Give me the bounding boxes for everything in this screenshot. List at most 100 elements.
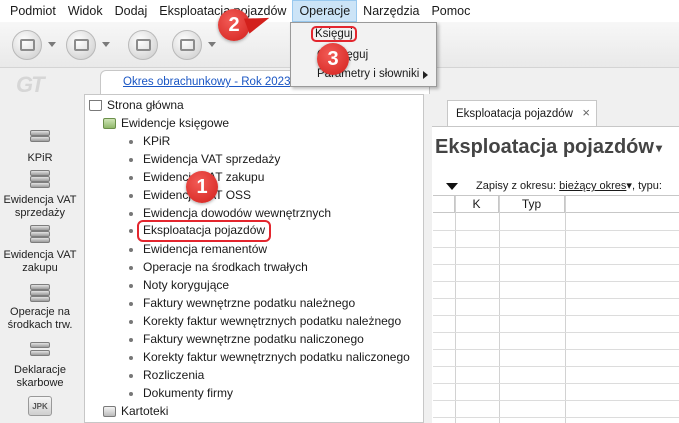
menu-widok[interactable]: Widok	[62, 0, 109, 22]
app-logo: GT	[16, 72, 45, 97]
tree-item-faktury-wewnetrzne-podatku-naliczonego[interactable]: Faktury wewnętrzne podatku naliczonego	[129, 330, 364, 348]
coins-icon	[27, 168, 53, 192]
jpk-icon: JPK	[28, 396, 52, 416]
toolbar-button-3[interactable]	[128, 30, 158, 60]
bullet-icon	[129, 355, 133, 360]
menubar: Podmiot Widok Dodaj Eksploatacja pojazdó…	[0, 0, 679, 22]
tree-item-ewidencja-dowodow-wewnetrznych[interactable]: Ewidencja dowodów wewnętrznych	[129, 204, 331, 222]
table-row[interactable]	[433, 384, 679, 401]
grid-header: K Typ	[433, 196, 679, 213]
bullet-icon	[129, 337, 133, 342]
table-row[interactable]	[433, 333, 679, 350]
left-nav-ewidencja-vat-sprzedazy[interactable]: Ewidencja VAT sprzedaży	[0, 168, 80, 220]
grid-header-typ[interactable]: Typ	[499, 196, 565, 213]
tree-item-operacje-na-srodkach-trwalych[interactable]: Operacje na środkach trwałych	[129, 258, 308, 276]
left-nav-jpk[interactable]: JPK	[0, 396, 80, 418]
card-file-icon	[103, 406, 116, 418]
book-icon	[103, 118, 116, 130]
menu-podmiot[interactable]: Podmiot	[4, 0, 62, 22]
table-row[interactable]	[433, 282, 679, 299]
left-nav-operacje-na-srodkach-trw[interactable]: Operacje na środkach trw.	[0, 280, 80, 332]
menu-dodaj[interactable]: Dodaj	[109, 0, 154, 22]
tree-item-rozliczenia[interactable]: Rozliczenia	[129, 366, 204, 384]
table-row[interactable]	[433, 265, 679, 282]
bullet-icon	[129, 175, 133, 180]
tree-item-eksploatacja-pojazdow[interactable]: Eksploatacja pojazdów	[129, 220, 272, 242]
left-nav-deklaracje-skarbowe[interactable]: Deklaracje skarbowe	[0, 338, 80, 390]
table-row[interactable]	[433, 316, 679, 333]
step-badge-1: 1	[186, 171, 218, 203]
bullet-icon	[129, 157, 133, 162]
step-badge-3: 3	[317, 43, 349, 75]
toolbar-dropdown-1-chevron-icon[interactable]	[48, 42, 56, 47]
bullet-icon	[129, 228, 133, 233]
reply-icon	[74, 39, 89, 51]
table-row[interactable]	[433, 401, 679, 418]
step-badge-2: 2	[218, 9, 250, 41]
column-menu-icon[interactable]	[446, 182, 458, 190]
toolbar-dropdown-4-chevron-icon[interactable]	[208, 42, 216, 47]
period-link[interactable]: Okres obrachunkowy - Rok 2023 r.	[123, 76, 300, 88]
bullet-icon	[129, 139, 133, 144]
table-row[interactable]	[433, 350, 679, 367]
bullet-icon	[129, 391, 133, 396]
period-filter: Zapisy z okresu: bieżący okres▾, typu:	[446, 179, 662, 192]
tree-node-strona-glowna[interactable]: Strona główna	[89, 96, 184, 114]
coins-icon	[27, 280, 53, 304]
eksploatacja-pojazdow-highlight[interactable]: Eksploatacja pojazdów	[136, 220, 272, 242]
table-row[interactable]	[433, 231, 679, 248]
toolbar-button-1[interactable]	[12, 30, 42, 60]
bullet-icon	[129, 373, 133, 378]
tree-item-faktury-wewnetrzne-podatku-naleznego[interactable]: Faktury wewnętrzne podatku należnego	[129, 294, 355, 312]
grid-header-select	[433, 196, 455, 213]
tree-node-kartoteki[interactable]: Kartoteki	[103, 402, 168, 420]
bullet-icon	[129, 301, 133, 306]
period-filter-select[interactable]: bieżący okres	[559, 180, 626, 192]
submenu-arrow-icon	[423, 71, 428, 79]
bullet-icon	[129, 265, 133, 270]
table-row[interactable]	[433, 367, 679, 384]
close-icon[interactable]: ×	[582, 105, 590, 120]
records-grid: K Typ	[433, 195, 679, 423]
tree-item-dokumenty-firmy[interactable]: Dokumenty firmy	[129, 384, 233, 402]
page-title[interactable]: Eksploatacja pojazdów ▾	[435, 136, 662, 159]
papers-icon	[27, 338, 53, 362]
tree-item-korekty-faktur-wewnetrznych-podatku-naleznego[interactable]: Korekty faktur wewnętrznych podatku nale…	[129, 312, 401, 330]
toolbar-button-4[interactable]	[172, 30, 202, 60]
left-nav-ewidencja-vat-zakupu[interactable]: Ewidencja VAT zakupu	[0, 223, 80, 275]
bullet-icon	[129, 211, 133, 216]
tree-item-korekty-faktur-wewnetrznych-podatku-naliczonego[interactable]: Korekty faktur wewnętrznych podatku nali…	[129, 348, 410, 366]
table-row[interactable]	[433, 299, 679, 316]
menu-narzedzia[interactable]: Narzędzia	[357, 0, 425, 22]
tree-item-ewidencja-remanentow[interactable]: Ewidencja remanentów	[129, 240, 267, 258]
bullet-icon	[129, 283, 133, 288]
navigation-tree: Strona główna Ewidencje księgowe KPiR Ew…	[84, 94, 424, 423]
tree-item-ewidencja-vat-sprzedazy[interactable]: Ewidencja VAT sprzedaży	[129, 150, 280, 168]
tree-node-ewidencje-ksiegowe[interactable]: Ewidencje księgowe	[103, 114, 229, 132]
toolbar-button-2[interactable]	[66, 30, 96, 60]
menu-pomoc[interactable]: Pomoc	[425, 0, 476, 22]
left-nav-pane: GT KPiR Ewidencja VAT sprzedaży Ewidencj…	[0, 68, 80, 423]
grid-header-k[interactable]: K	[455, 196, 499, 213]
envelope-icon	[20, 39, 35, 51]
ledger-icon	[27, 126, 53, 150]
home-icon	[89, 100, 102, 112]
bullet-icon	[129, 247, 133, 252]
table-row[interactable]	[433, 248, 679, 265]
bullet-icon	[129, 319, 133, 324]
tab-label: Eksploatacja pojazdów	[456, 108, 573, 120]
table-row[interactable]	[433, 214, 679, 231]
left-nav-kpir[interactable]: KPiR	[0, 126, 80, 165]
eraser-icon	[180, 39, 195, 51]
coins-icon	[27, 223, 53, 247]
bullet-icon	[129, 193, 133, 198]
menu-operacje[interactable]: Operacje	[292, 0, 358, 22]
tree-item-noty-korygujace[interactable]: Noty korygujące	[129, 276, 229, 294]
vehicle-register-panel: Eksploatacja pojazdów ▾ Zapisy z okresu: …	[432, 126, 679, 423]
operacje-dropdown-menu: Księguj Odksięguj Parametry i słowniki	[290, 22, 437, 87]
toolbar-dropdown-2-chevron-icon[interactable]	[102, 42, 110, 47]
tree-item-kpir[interactable]: KPiR	[129, 132, 170, 150]
chevron-down-icon: ▾	[655, 140, 662, 155]
menu-item-ksieguj[interactable]: Księguj	[311, 26, 357, 42]
tab-eksploatacja-pojazdow[interactable]: Eksploatacja pojazdów ×	[447, 100, 597, 126]
